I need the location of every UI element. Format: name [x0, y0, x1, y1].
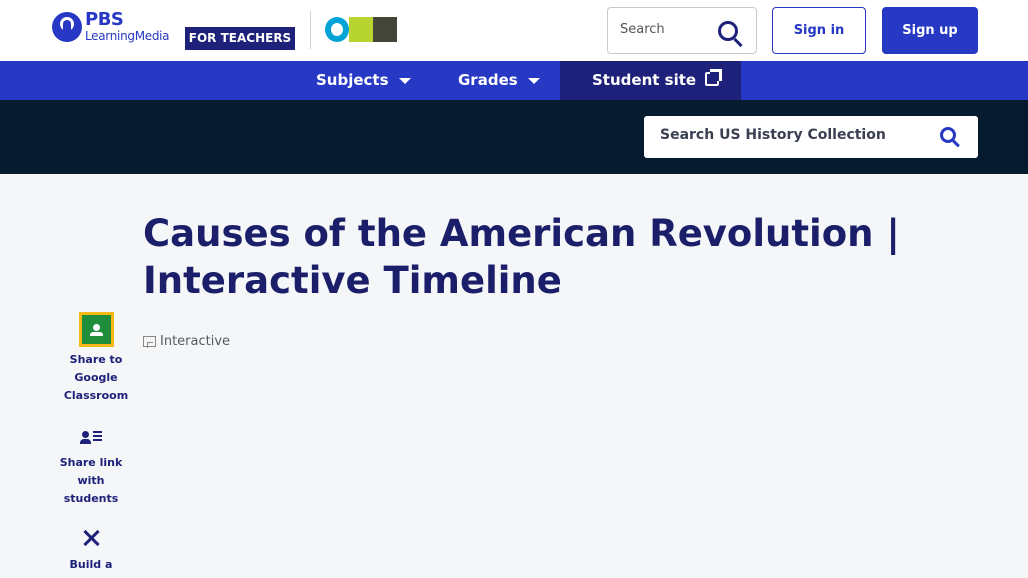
- sign-up-button[interactable]: Sign up: [882, 7, 978, 54]
- nav-subjects-label: Subjects: [316, 71, 389, 89]
- nav-student-site-link[interactable]: Student site: [560, 61, 741, 100]
- pbs-learningmedia-logo[interactable]: PBS LearningMedia: [52, 9, 170, 43]
- nav-subjects-dropdown[interactable]: Subjects: [316, 61, 411, 100]
- main-nav: Subjects Grades Student site: [0, 61, 1028, 100]
- nav-student-site-label: Student site: [592, 71, 697, 89]
- nav-grades-dropdown[interactable]: Grades: [458, 61, 540, 100]
- site-search-input[interactable]: [620, 22, 710, 37]
- caret-down-icon: [527, 77, 540, 84]
- share-students-icon: [80, 428, 102, 446]
- opb-logo[interactable]: [325, 17, 397, 42]
- build-label: Build a: [69, 558, 113, 571]
- search-icon[interactable]: [940, 127, 956, 143]
- media-type-label: Interactive: [143, 334, 230, 349]
- interactive-icon: [143, 336, 156, 348]
- collection-search-box: [644, 116, 978, 158]
- share-google-classroom-label: Share to Google Classroom: [63, 353, 129, 402]
- share-link-students-label: Share link with students: [59, 456, 123, 505]
- media-type-text: Interactive: [160, 334, 231, 349]
- for-teachers-badge: FOR TEACHERS: [185, 27, 295, 50]
- google-classroom-icon: [78, 312, 114, 347]
- logo-learningmedia-text: LearningMedia: [85, 29, 170, 43]
- share-google-classroom-button[interactable]: Share to Google Classroom: [56, 312, 136, 405]
- build-button[interactable]: Build a: [51, 528, 131, 574]
- share-link-students-button[interactable]: Share link with students: [51, 428, 131, 508]
- collection-banner: [0, 100, 1028, 174]
- external-link-icon: [705, 69, 723, 86]
- collection-search-input[interactable]: [660, 127, 930, 143]
- build-tools-icon: [81, 528, 101, 548]
- site-search-box: [607, 7, 757, 54]
- nav-grades-label: Grades: [458, 71, 518, 89]
- sign-in-button[interactable]: Sign in: [772, 7, 866, 54]
- logo-divider: [310, 11, 311, 49]
- search-icon[interactable]: [718, 21, 738, 41]
- pbs-head-icon: [52, 11, 82, 42]
- caret-down-icon: [398, 77, 411, 84]
- logo-pbs-text: PBS: [85, 9, 124, 30]
- page-title: Causes of the American Revolution | Inte…: [143, 212, 900, 302]
- top-header: PBS LearningMedia FOR TEACHERS Sign in S…: [0, 0, 1028, 61]
